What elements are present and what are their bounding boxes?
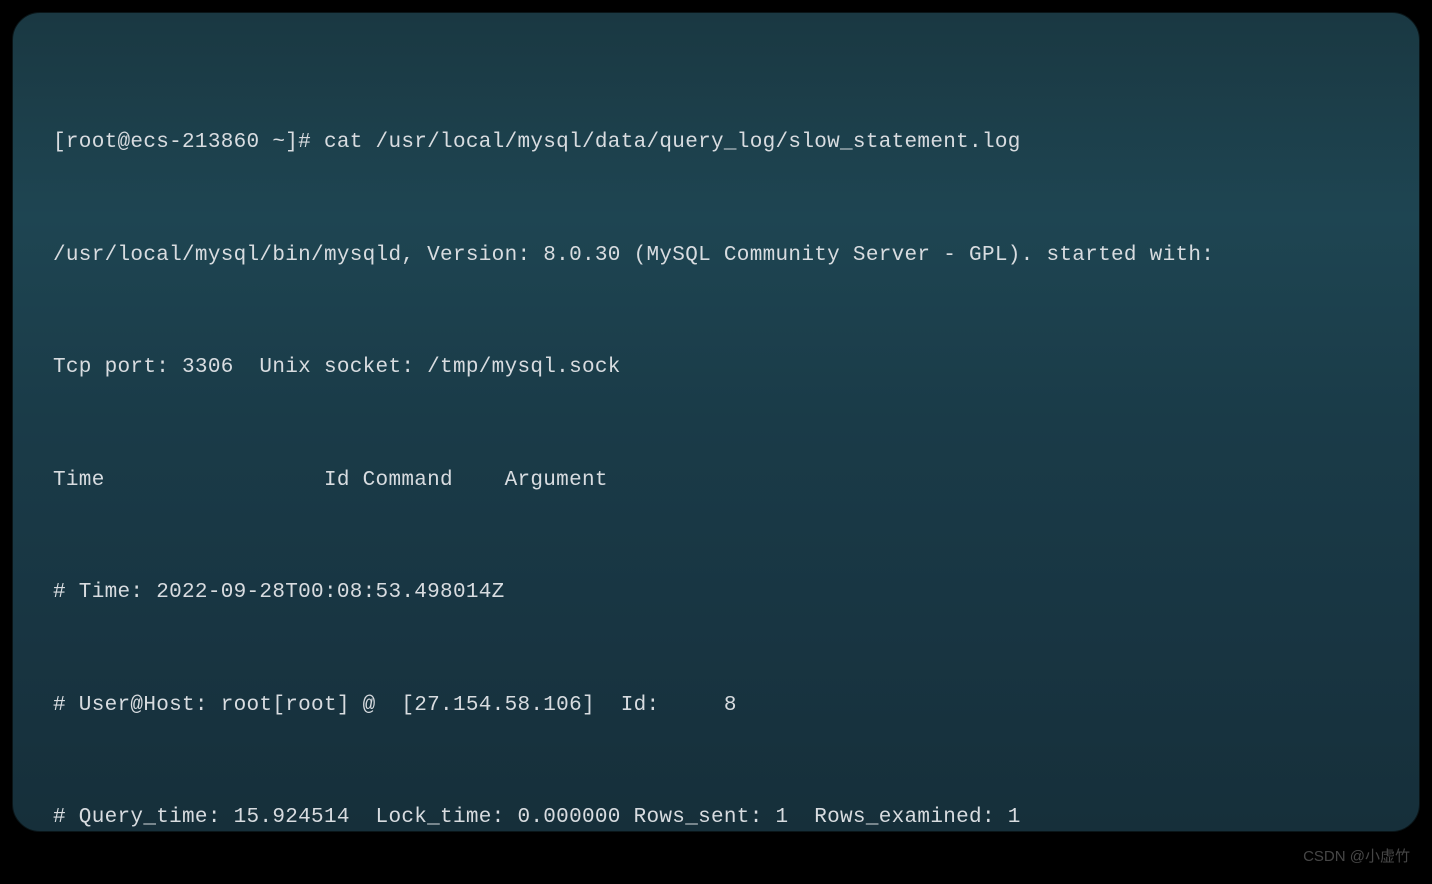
terminal-line: /usr/local/mysql/bin/mysqld, Version: 8.…	[53, 237, 1383, 275]
terminal-line: # Time: 2022-09-28T00:08:53.498014Z	[53, 574, 1383, 612]
terminal-line: Time Id Command Argument	[53, 462, 1383, 500]
terminal-line: # User@Host: root[root] @ [27.154.58.106…	[53, 687, 1383, 725]
terminal-window[interactable]: [root@ecs-213860 ~]# cat /usr/local/mysq…	[12, 12, 1420, 832]
terminal-line: Tcp port: 3306 Unix socket: /tmp/mysql.s…	[53, 349, 1383, 387]
terminal-line: [root@ecs-213860 ~]# cat /usr/local/mysq…	[53, 124, 1383, 162]
watermark-text: CSDN @小虚竹	[1303, 845, 1410, 866]
terminal-output: [root@ecs-213860 ~]# cat /usr/local/mysq…	[53, 49, 1383, 832]
terminal-line: # Query_time: 15.924514 Lock_time: 0.000…	[53, 799, 1383, 832]
